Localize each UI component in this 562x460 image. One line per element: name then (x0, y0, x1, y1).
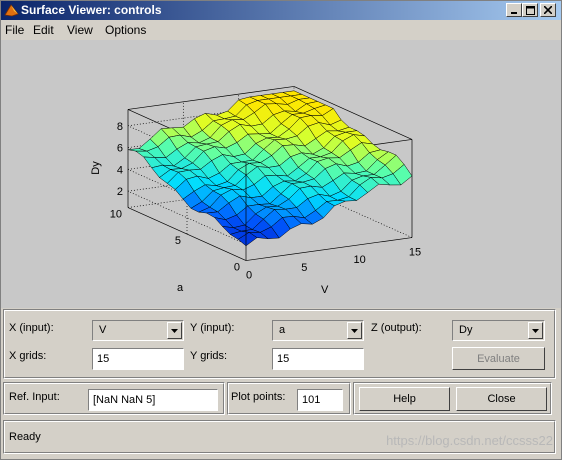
z-output-label: Z (output): (371, 322, 422, 334)
y-tick-label: 0 (234, 262, 240, 274)
z-output-select[interactable]: Dy (452, 320, 545, 341)
help-button[interactable]: Help (359, 387, 450, 411)
maximize-button[interactable] (522, 3, 538, 17)
x-tick-label: 5 (301, 262, 307, 274)
surface-plot[interactable]: 2 4 6 8 0 5 10 15 0 5 10 Dy V a (1, 40, 561, 308)
plot-points-field[interactable] (297, 389, 343, 411)
x-tick-label: 0 (246, 270, 252, 282)
ref-input-field[interactable] (88, 389, 218, 411)
x-tick-label: 15 (409, 247, 421, 259)
plot-points-label: Plot points: (231, 391, 286, 403)
z-tick-label: 2 (117, 186, 123, 198)
x-input-label: X (input): (9, 322, 54, 334)
x-input-select[interactable]: V (92, 320, 184, 341)
window-title: Surface Viewer: controls (21, 3, 162, 17)
maximize-icon (525, 5, 535, 15)
ref-input-label: Ref. Input: (9, 391, 60, 403)
x-grids-field[interactable] (92, 348, 184, 370)
axis-edge (245, 237, 413, 261)
surface-viewer-window: Surface Viewer: controls File Edit View … (0, 0, 562, 460)
z-axis-label: Dy (90, 161, 102, 175)
menu-options[interactable]: Options (105, 23, 146, 37)
chevron-down-icon (528, 322, 543, 339)
y-tick-label: 10 (110, 209, 122, 221)
title-bar[interactable]: Surface Viewer: controls (1, 1, 561, 20)
x-grids-label: X grids: (9, 350, 47, 362)
matlab-logo-icon (4, 4, 19, 17)
z-tick-label: 6 (117, 143, 123, 155)
surface-mesh (127, 90, 413, 247)
watermark-text: https://blog.csdn.net/ccsss22 (386, 433, 553, 448)
close-window-button[interactable] (540, 3, 556, 17)
y-input-label: Y (input): (190, 322, 235, 334)
close-icon (544, 6, 552, 14)
y-axis-label: a (177, 282, 184, 294)
y-tick-label: 5 (175, 235, 181, 247)
z-tick-label: 4 (117, 164, 123, 176)
menu-file[interactable]: File (5, 23, 24, 37)
x-input-value: V (99, 324, 107, 336)
evaluate-button[interactable]: Evaluate (452, 347, 545, 370)
close-button[interactable]: Close (456, 387, 547, 411)
surface-plot-area[interactable]: 2 4 6 8 0 5 10 15 0 5 10 Dy V a (1, 40, 561, 308)
chevron-down-icon (347, 322, 362, 339)
x-tick-label: 10 (354, 254, 366, 266)
z-output-value: Dy (459, 324, 473, 336)
minimize-icon (511, 12, 517, 14)
minimize-button[interactable] (506, 3, 522, 17)
x-axis-label: V (321, 284, 329, 296)
menu-edit[interactable]: Edit (33, 23, 54, 37)
menu-view[interactable]: View (67, 23, 93, 37)
y-input-value: a (279, 324, 286, 336)
status-text: Ready (9, 431, 41, 443)
y-grids-field[interactable] (272, 348, 364, 370)
chevron-down-icon (167, 322, 182, 339)
z-tick-label: 8 (117, 121, 123, 133)
y-input-select[interactable]: a (272, 320, 364, 341)
y-grids-label: Y grids: (190, 350, 228, 362)
menu-bar: File Edit View Options (1, 20, 561, 40)
